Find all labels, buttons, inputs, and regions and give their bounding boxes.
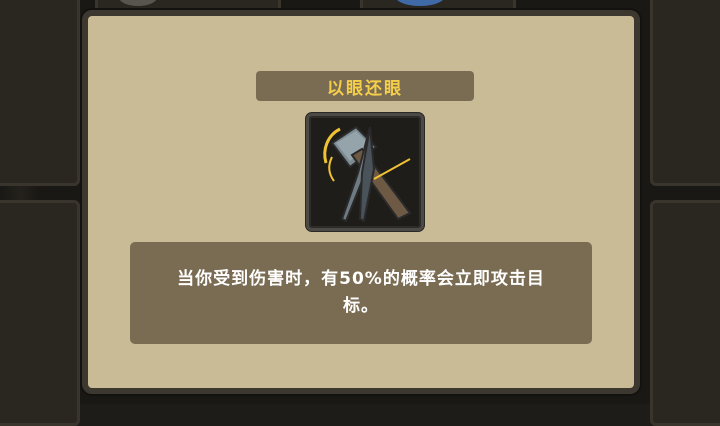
background-panel xyxy=(650,200,720,426)
background-panel xyxy=(650,0,720,186)
skill-icon-frame xyxy=(306,113,424,231)
background-panel xyxy=(0,0,80,186)
skill-description-box: 当你受到伤害时，有50%的概率会立即攻击目标。 xyxy=(130,242,592,344)
title-bar: 以眼还眼 xyxy=(256,71,474,101)
skill-title: 以眼还眼 xyxy=(327,78,403,99)
skill-info-dialog: 以眼还眼 当你受到伤害时，有50%的概率会立即攻击目标。 xyxy=(82,10,640,394)
skill-description: 当你受到伤害时，有50%的概率会立即攻击目标。 xyxy=(177,269,545,316)
hammer-spear-icon xyxy=(323,125,412,223)
background-panel xyxy=(0,200,80,426)
